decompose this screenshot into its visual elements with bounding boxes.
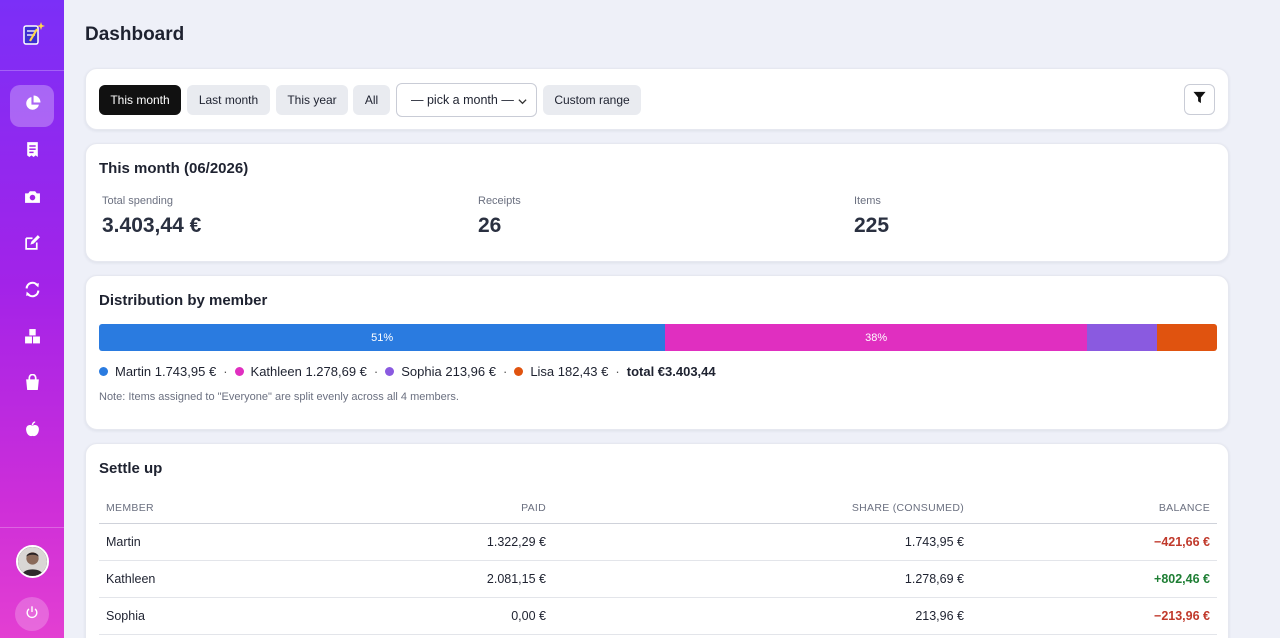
legend-item-lisa: Lisa 182,43 € — [530, 364, 609, 379]
row-paid: 0,00 € — [511, 609, 546, 623]
legend-item-sophia: Sophia 213,96 € — [401, 364, 496, 379]
nav-shopping[interactable] — [10, 364, 54, 406]
edit-icon — [24, 234, 41, 256]
month-select[interactable]: — pick a month — — [396, 83, 537, 117]
nav-dashboard[interactable] — [10, 85, 54, 127]
filter-icon — [1193, 91, 1206, 109]
nav-nutrition[interactable] — [10, 411, 54, 453]
nav-edit[interactable] — [10, 224, 54, 266]
row-member: Sophia — [106, 609, 145, 623]
boxes-icon — [24, 328, 41, 350]
column-header-share: SHARE (CONSUMED) — [851, 502, 964, 514]
stat-label-total-spending: Total spending — [102, 195, 173, 207]
filter-all-button[interactable]: All — [353, 85, 390, 115]
app-logo[interactable] — [20, 20, 46, 48]
pie-chart-icon — [24, 95, 41, 117]
month-select-value: — pick a month — — [411, 93, 514, 107]
table-row: Martin 1.322,29 € 1.743,95 € −421,66 € — [99, 524, 1217, 561]
column-header-balance: BALANCE — [1158, 502, 1210, 514]
legend-item-kathleen: Kathleen 1.278,69 € — [250, 364, 367, 379]
stat-label-receipts: Receipts — [478, 195, 521, 207]
stat-value-items: 225 — [854, 214, 890, 237]
camera-icon — [24, 188, 41, 210]
apple-icon — [24, 421, 41, 443]
legend-dot-sophia — [385, 367, 395, 376]
row-share: 1.743,95 € — [904, 535, 964, 549]
stat-value-receipts: 26 — [478, 214, 502, 237]
stat-label-items: Items — [854, 195, 881, 207]
summary-title: This month (06/2026) — [99, 160, 249, 177]
distribution-segment-kathleen: 38% — [665, 324, 1088, 351]
row-balance: −421,66 € — [1154, 535, 1210, 549]
distribution-note: Note: Items assigned to "Everyone" are s… — [99, 391, 459, 403]
column-header-paid: PAID — [521, 502, 546, 514]
logout-button[interactable] — [15, 597, 49, 631]
distribution-title: Distribution by member — [99, 292, 268, 309]
sync-icon — [24, 281, 41, 303]
filter-toggle-button[interactable] — [1184, 84, 1215, 115]
filter-last-month-button[interactable]: Last month — [187, 85, 270, 115]
filter-this-year-button[interactable]: This year — [276, 85, 348, 115]
legend-separator: · — [373, 364, 379, 379]
row-member: Kathleen — [106, 572, 156, 586]
table-row: Kathleen 2.081,15 € 1.278,69 € +802,46 € — [99, 561, 1217, 598]
legend-dot-lisa — [514, 367, 524, 376]
custom-range-button[interactable]: Custom range — [543, 85, 641, 115]
table-row: Sophia 0,00 € 213,96 € −213,96 € — [99, 598, 1217, 635]
nav-inventory[interactable] — [10, 318, 54, 360]
distribution-bar: 51% 38% — [99, 324, 1217, 351]
row-share: 1.278,69 € — [904, 572, 964, 586]
table-header: MEMBER PAID SHARE (CONSUMED) BALANCE — [99, 502, 1217, 524]
filter-bar: This month Last month This year All — pi… — [85, 68, 1229, 130]
distribution-segment-sophia — [1087, 324, 1158, 351]
distribution-segment-martin: 51% — [99, 324, 666, 351]
filter-this-month-button[interactable]: This month — [99, 85, 181, 115]
legend-dot-kathleen — [234, 367, 244, 376]
legend-separator: · — [502, 364, 508, 379]
chevron-down-icon — [518, 95, 527, 109]
nav-sync[interactable] — [10, 271, 54, 313]
sidebar-divider — [0, 70, 64, 71]
distribution-segment-lisa — [1157, 324, 1217, 351]
summary-card: This month (06/2026) Total spending 3.40… — [85, 143, 1229, 262]
sidebar-divider-bottom — [0, 527, 64, 528]
settle-up-card: Settle up MEMBER PAID SHARE (CONSUMED) B… — [85, 443, 1229, 638]
nav-scan[interactable] — [10, 178, 54, 220]
settle-up-title: Settle up — [99, 460, 163, 477]
nav-receipts[interactable] — [10, 131, 54, 173]
bag-icon — [24, 373, 41, 396]
stat-value-total-spending: 3.403,44 € — [102, 214, 202, 237]
row-balance: −213,96 € — [1154, 609, 1210, 623]
column-header-member: MEMBER — [106, 502, 154, 514]
legend-separator: · — [615, 364, 620, 379]
distribution-legend: Martin 1.743,95 € · Kathleen 1.278,69 € … — [99, 364, 716, 379]
row-balance: +802,46 € — [1154, 572, 1210, 586]
row-share: 213,96 € — [915, 609, 964, 623]
row-paid: 2.081,15 € — [486, 572, 546, 586]
power-icon — [25, 605, 39, 624]
legend-item-martin: Martin 1.743,95 € — [115, 364, 217, 379]
avatar[interactable] — [16, 545, 49, 578]
row-member: Martin — [106, 535, 141, 549]
legend-separator: · — [223, 364, 228, 379]
legend-dot-martin — [99, 367, 108, 376]
page-title: Dashboard — [85, 24, 185, 45]
row-paid: 1.322,29 € — [486, 535, 546, 549]
legend-total: total €3.403,44 — [626, 364, 716, 379]
distribution-card: Distribution by member 51% 38% Martin 1.7… — [85, 275, 1229, 430]
sidebar — [0, 0, 64, 638]
receipt-icon — [24, 141, 41, 163]
